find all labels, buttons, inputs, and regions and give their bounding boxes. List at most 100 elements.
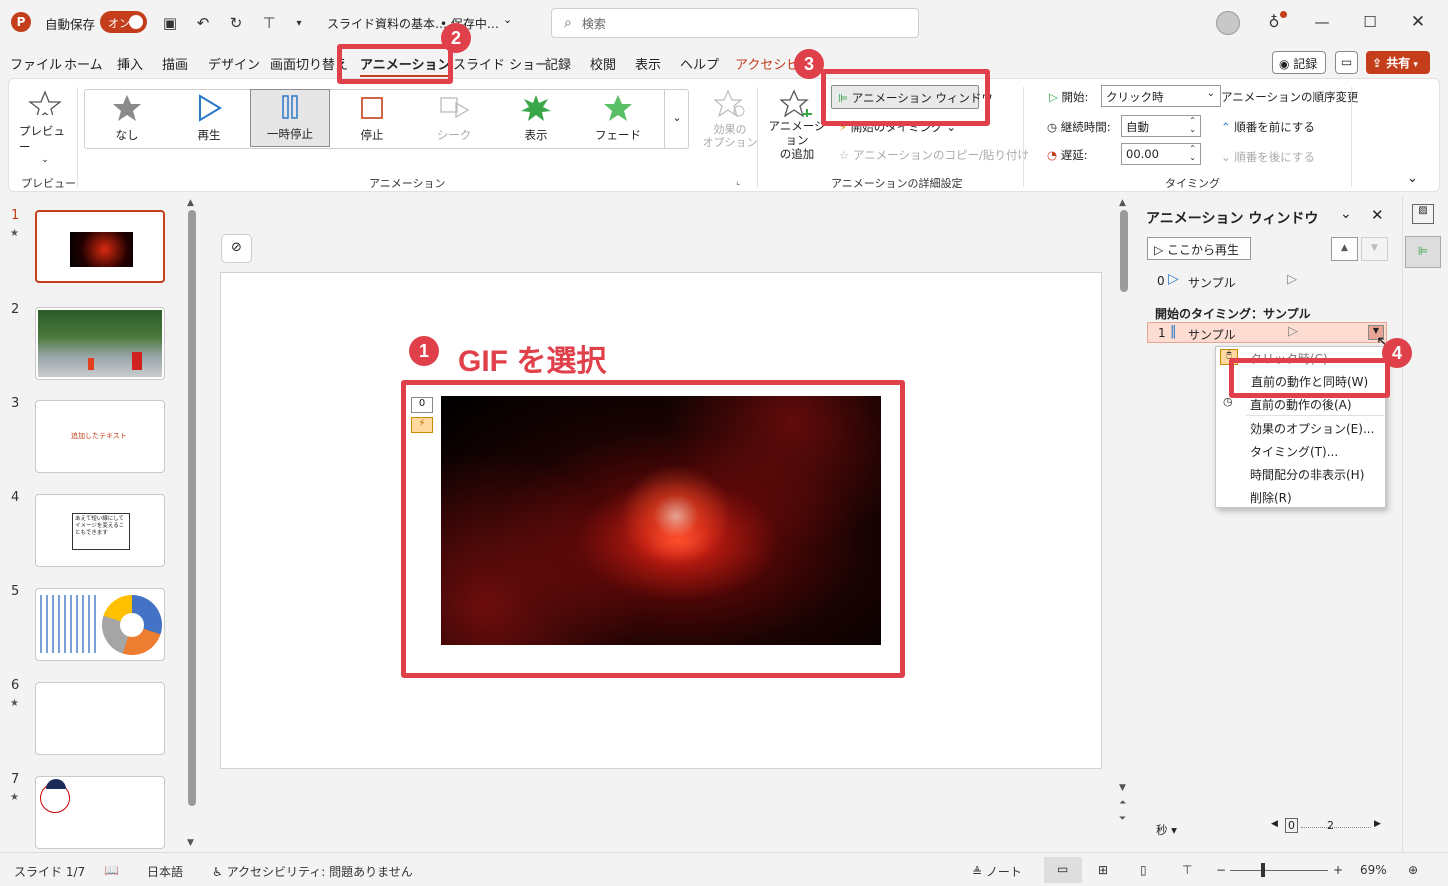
animation-item-0[interactable]: 0 ▷ サンプル ▷ bbox=[1147, 271, 1392, 292]
scroll-up-icon[interactable]: ▲ bbox=[1119, 198, 1126, 208]
slide-thumb-5[interactable] bbox=[35, 588, 165, 661]
redo-icon[interactable]: ↻ bbox=[225, 12, 247, 34]
slide-thumb-6[interactable] bbox=[35, 682, 165, 755]
anim-seek[interactable]: シーク bbox=[414, 89, 494, 147]
record-button[interactable]: ◉ 記録 bbox=[1272, 51, 1326, 74]
anim-appear[interactable]: 表示 bbox=[496, 89, 576, 147]
menu-effect-options[interactable]: 効果のオプション(E)... bbox=[1250, 420, 1374, 437]
pane-options-icon[interactable]: ⌄ bbox=[1340, 206, 1352, 222]
menu-after-previous[interactable]: 直前の動作の後(A) bbox=[1250, 396, 1352, 413]
canvas-scrollbar[interactable] bbox=[1120, 210, 1128, 292]
accessibility-status[interactable]: ♿ アクセシビリティ: 問題ありません bbox=[212, 863, 413, 880]
delay-input[interactable]: 00.00 ⌃ ⌄ bbox=[1121, 143, 1201, 165]
pane-close-icon[interactable]: ✕ bbox=[1371, 206, 1384, 224]
zoom-out-icon[interactable]: − bbox=[1216, 863, 1226, 877]
play-from-button[interactable]: ▷ ここから再生 bbox=[1147, 237, 1251, 260]
maximize-icon[interactable]: ☐ bbox=[1359, 11, 1381, 33]
autosave-toggle[interactable]: オン bbox=[100, 11, 147, 33]
tab-review[interactable]: 校閲 bbox=[590, 54, 616, 73]
animation-pane-toggle-icon[interactable]: ⊫ bbox=[1405, 236, 1441, 268]
move-later-button[interactable]: ⌄ 順番を後にする bbox=[1221, 149, 1315, 165]
prev-slide-icon[interactable]: ⏶ bbox=[1119, 798, 1126, 808]
tab-insert[interactable]: 挿入 bbox=[117, 54, 143, 73]
tab-accessibility[interactable]: アクセシビリティ bbox=[735, 54, 797, 73]
move-earlier-button[interactable]: ⌃ 順番を前にする bbox=[1221, 119, 1315, 135]
tab-slideshow[interactable]: スライド ショー bbox=[453, 54, 548, 73]
slide-thumb-4[interactable]: あえて短い線にしてイメージを変えることもできます bbox=[35, 494, 165, 567]
scroll-down-icon[interactable]: ▼ bbox=[187, 838, 194, 848]
animation-star-icon: ★ bbox=[10, 228, 19, 239]
reading-view-icon[interactable]: ▯ bbox=[1140, 863, 1147, 877]
tab-draw[interactable]: 描画 bbox=[162, 54, 188, 73]
dialog-launcher-icon[interactable]: ⌞ bbox=[736, 177, 740, 187]
tab-record[interactable]: 記録 bbox=[545, 54, 571, 73]
slide-sorter-icon[interactable]: ⊞ bbox=[1098, 863, 1108, 877]
chevron-down-icon[interactable]: ⌄ bbox=[503, 13, 512, 26]
menu-remove[interactable]: 削除(R) bbox=[1250, 489, 1292, 506]
tab-design[interactable]: デザイン bbox=[208, 54, 260, 73]
close-icon[interactable]: ✕ bbox=[1407, 11, 1429, 33]
status-bar: スライド 1/7 📖 日本語 ♿ アクセシビリティ: 問題ありません ≜ ノート… bbox=[0, 852, 1448, 886]
menu-timing[interactable]: タイミング(T)... bbox=[1250, 443, 1338, 460]
gallery-more-icon[interactable]: ⌄ bbox=[664, 89, 689, 149]
tab-home[interactable]: ホーム bbox=[64, 54, 103, 73]
slide-thumb-2[interactable] bbox=[35, 307, 165, 380]
designer-icon[interactable]: ⊘ bbox=[221, 234, 252, 263]
zoom-level[interactable]: 69% bbox=[1360, 863, 1387, 877]
ribbon-tabs: ファイル ホーム 挿入 描画 デザイン 画面切り替え アニメーション スライド … bbox=[0, 46, 1448, 77]
document-title[interactable]: スライド資料の基本… bbox=[327, 15, 447, 32]
customize-qat-icon[interactable]: ▾ bbox=[288, 12, 310, 34]
undo-icon[interactable]: ↶ bbox=[192, 12, 214, 34]
fit-slide-icon[interactable]: ⊕ bbox=[1408, 863, 1418, 877]
zoom-slider[interactable] bbox=[1230, 870, 1328, 871]
duration-label: ◷ 継続時間: bbox=[1047, 120, 1111, 134]
slide-thumb-1[interactable] bbox=[35, 210, 165, 283]
minimize-icon[interactable]: — bbox=[1311, 11, 1333, 33]
animation-group-label: アニメーション bbox=[369, 177, 446, 190]
anim-stop[interactable]: 停止 bbox=[332, 89, 412, 147]
scroll-down-icon[interactable]: ▼ bbox=[1119, 783, 1126, 793]
notes-button[interactable]: ≜ ノート bbox=[972, 863, 1022, 880]
preview-button[interactable]: プレビュー ⌄ bbox=[19, 89, 71, 165]
anim-pause[interactable]: 一時停止 bbox=[250, 89, 330, 147]
search-box[interactable]: ⌕ 検索 bbox=[551, 8, 919, 38]
start-select[interactable]: クリック時 ⌄ bbox=[1101, 85, 1221, 107]
play-icon bbox=[199, 94, 222, 122]
share-button[interactable]: ⇪ 共有 ▾ bbox=[1366, 51, 1430, 74]
collapse-ribbon-icon[interactable]: ⌄ bbox=[1407, 171, 1418, 186]
zoom-slider-thumb[interactable] bbox=[1261, 863, 1265, 877]
menu-hide-timeline[interactable]: 時間配分の非表示(H) bbox=[1250, 466, 1364, 483]
tab-view[interactable]: 表示 bbox=[635, 54, 661, 73]
next-slide-icon[interactable]: ⏷ bbox=[1119, 814, 1126, 824]
image-icon[interactable]: ▨ bbox=[1412, 204, 1434, 224]
duration-input[interactable]: 自動 ⌃ ⌄ bbox=[1121, 115, 1201, 137]
highlight-with-previous bbox=[1229, 358, 1390, 398]
tab-help[interactable]: ヘルプ bbox=[680, 54, 719, 73]
move-down-icon[interactable]: ▼ bbox=[1361, 237, 1388, 261]
comments-icon[interactable]: ▭ bbox=[1335, 51, 1358, 74]
spellcheck-icon[interactable]: 📖 bbox=[104, 863, 119, 877]
normal-view-icon[interactable]: ▭ bbox=[1044, 857, 1082, 883]
present-icon[interactable]: ⊤ bbox=[258, 12, 280, 34]
animation-item-1[interactable]: 1 ‖ サンプル ▷ ▼ bbox=[1147, 322, 1387, 343]
slide-thumb-3[interactable]: 追加したテキスト bbox=[35, 400, 165, 473]
effect-options-button[interactable]: 効果の オプション bbox=[699, 89, 761, 159]
zoom-in-icon[interactable]: + bbox=[1333, 863, 1343, 877]
move-up-icon[interactable]: ▲ bbox=[1331, 237, 1358, 261]
thumbnails-scrollbar[interactable] bbox=[188, 210, 196, 806]
tab-file[interactable]: ファイル bbox=[10, 54, 62, 73]
seconds-dropdown[interactable]: 秒 ▾ bbox=[1156, 822, 1177, 838]
anim-none[interactable]: なし bbox=[87, 89, 167, 147]
scroll-up-icon[interactable]: ▲ bbox=[187, 198, 194, 208]
account-avatar-icon[interactable] bbox=[1216, 11, 1240, 35]
anim-play[interactable]: 再生 bbox=[169, 89, 249, 147]
slideshow-view-icon[interactable]: ⊤ bbox=[1182, 863, 1192, 877]
save-icon[interactable]: ▣ bbox=[159, 12, 181, 34]
timeline-ruler[interactable]: ◀ 0 2 ▶ bbox=[1271, 818, 1381, 835]
slide-thumb-7[interactable] bbox=[35, 776, 165, 849]
language-status[interactable]: 日本語 bbox=[147, 863, 183, 880]
annotation-text: GIF を選択 bbox=[458, 345, 607, 378]
anim-fade[interactable]: フェード bbox=[578, 89, 658, 147]
step-badge-2: 2 bbox=[441, 23, 471, 53]
animation-painter-button[interactable]: ☆ アニメーションのコピー/貼り付け bbox=[839, 147, 1029, 163]
